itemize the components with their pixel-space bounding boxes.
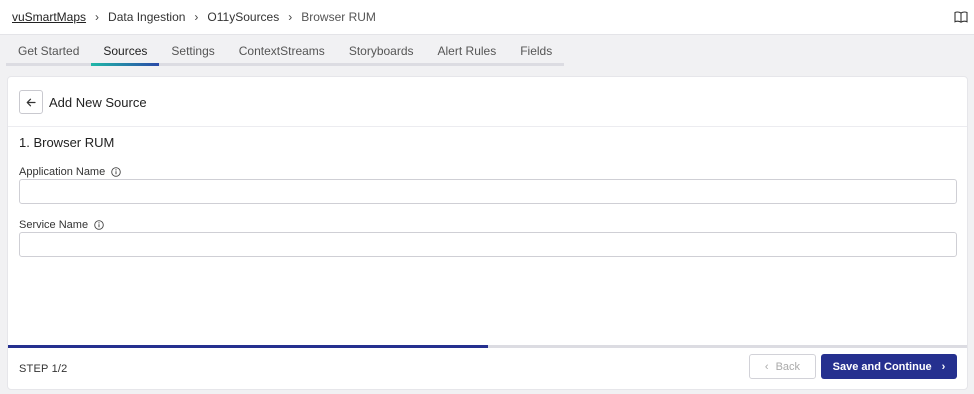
arrow-left-icon xyxy=(26,98,36,106)
back-arrow-button[interactable] xyxy=(19,90,43,114)
tab-alert-rules[interactable]: Alert Rules xyxy=(425,38,509,66)
save-and-continue-button[interactable]: Save and Continue › xyxy=(821,354,957,379)
chevron-right-icon: › xyxy=(288,10,293,24)
application-name-input[interactable] xyxy=(19,179,957,204)
card-header: Add New Source xyxy=(8,77,967,127)
step-progress-fill xyxy=(8,345,488,348)
service-name-input[interactable] xyxy=(19,232,957,257)
service-name-label-text: Service Name xyxy=(19,219,89,231)
service-name-label: Service Name xyxy=(19,219,104,231)
breadcrumb-item-current: Browser RUM xyxy=(301,10,376,24)
breadcrumb-item-data-ingestion[interactable]: Data Ingestion xyxy=(108,10,185,24)
back-button-label: Back xyxy=(775,360,801,373)
chevron-left-icon: ‹ xyxy=(764,360,769,373)
tab-get-started[interactable]: Get Started xyxy=(6,38,92,66)
info-icon[interactable] xyxy=(94,220,104,230)
step-indicator: STEP 1/2 xyxy=(19,363,68,375)
book-icon[interactable] xyxy=(954,11,968,23)
top-bar: vuSmartMaps › Data Ingestion › O11ySourc… xyxy=(0,0,974,35)
page-title: Add New Source xyxy=(49,95,147,110)
save-button-label: Save and Continue xyxy=(832,360,932,373)
chevron-right-icon: › xyxy=(95,10,100,24)
tab-sources[interactable]: Sources xyxy=(91,38,160,66)
back-button[interactable]: ‹ Back xyxy=(749,354,816,379)
application-name-label: Application Name xyxy=(19,166,121,178)
info-icon[interactable] xyxy=(111,167,121,177)
tab-settings[interactable]: Settings xyxy=(159,38,228,66)
chevron-right-icon: › xyxy=(194,10,199,24)
breadcrumb-item-vusmartmaps[interactable]: vuSmartMaps xyxy=(12,10,86,24)
tab-fields[interactable]: Fields xyxy=(508,38,565,66)
tab-bar: Get Started Sources Settings ContextStre… xyxy=(6,38,565,66)
application-name-label-text: Application Name xyxy=(19,166,106,178)
chevron-right-icon: › xyxy=(941,360,946,373)
tab-storyboards[interactable]: Storyboards xyxy=(336,38,426,66)
step-progress-bar xyxy=(8,345,967,348)
add-source-card: Add New Source 1. Browser RUM Applicatio… xyxy=(7,76,968,390)
tab-contextstreams[interactable]: ContextStreams xyxy=(226,38,337,66)
breadcrumb-item-o11ysources[interactable]: O11ySources xyxy=(207,10,279,24)
section-title: 1. Browser RUM xyxy=(19,135,115,150)
breadcrumb: vuSmartMaps › Data Ingestion › O11ySourc… xyxy=(12,10,376,24)
